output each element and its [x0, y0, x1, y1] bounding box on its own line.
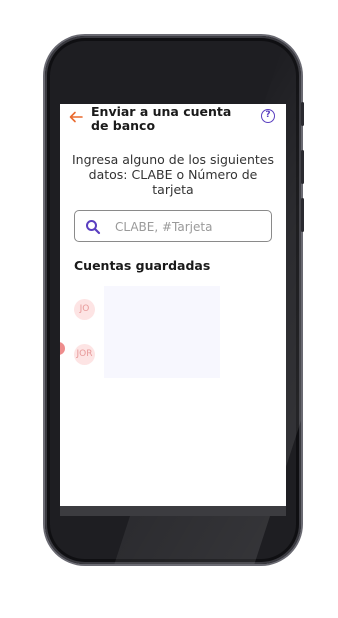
search-icon [86, 220, 101, 235]
phone-frame: Enviar a una cuenta de banco ? Ingresa a… [45, 36, 301, 564]
indicator-dot [60, 342, 65, 355]
question-circle-icon[interactable]: ? [261, 109, 275, 123]
saved-account-avatar[interactable]: JO [74, 299, 95, 320]
side-button [301, 198, 304, 232]
saved-account-avatar[interactable]: JOR [74, 344, 95, 365]
arrow-left-icon[interactable] [68, 109, 84, 125]
saved-accounts-placeholder [104, 286, 220, 378]
navigation-bar [60, 506, 286, 516]
saved-accounts-title: Cuentas guardadas [74, 258, 211, 273]
page-title: Enviar a una cuenta de banco [91, 104, 232, 133]
search-box[interactable] [74, 210, 272, 242]
side-button [301, 150, 304, 184]
side-button [301, 102, 304, 126]
app-screen: Enviar a una cuenta de banco ? Ingresa a… [60, 104, 286, 516]
app-header: Enviar a una cuenta de banco ? [60, 104, 286, 138]
instructions-text: Ingresa alguno de los siguientes datos: … [71, 152, 274, 197]
search-input[interactable] [113, 211, 267, 242]
